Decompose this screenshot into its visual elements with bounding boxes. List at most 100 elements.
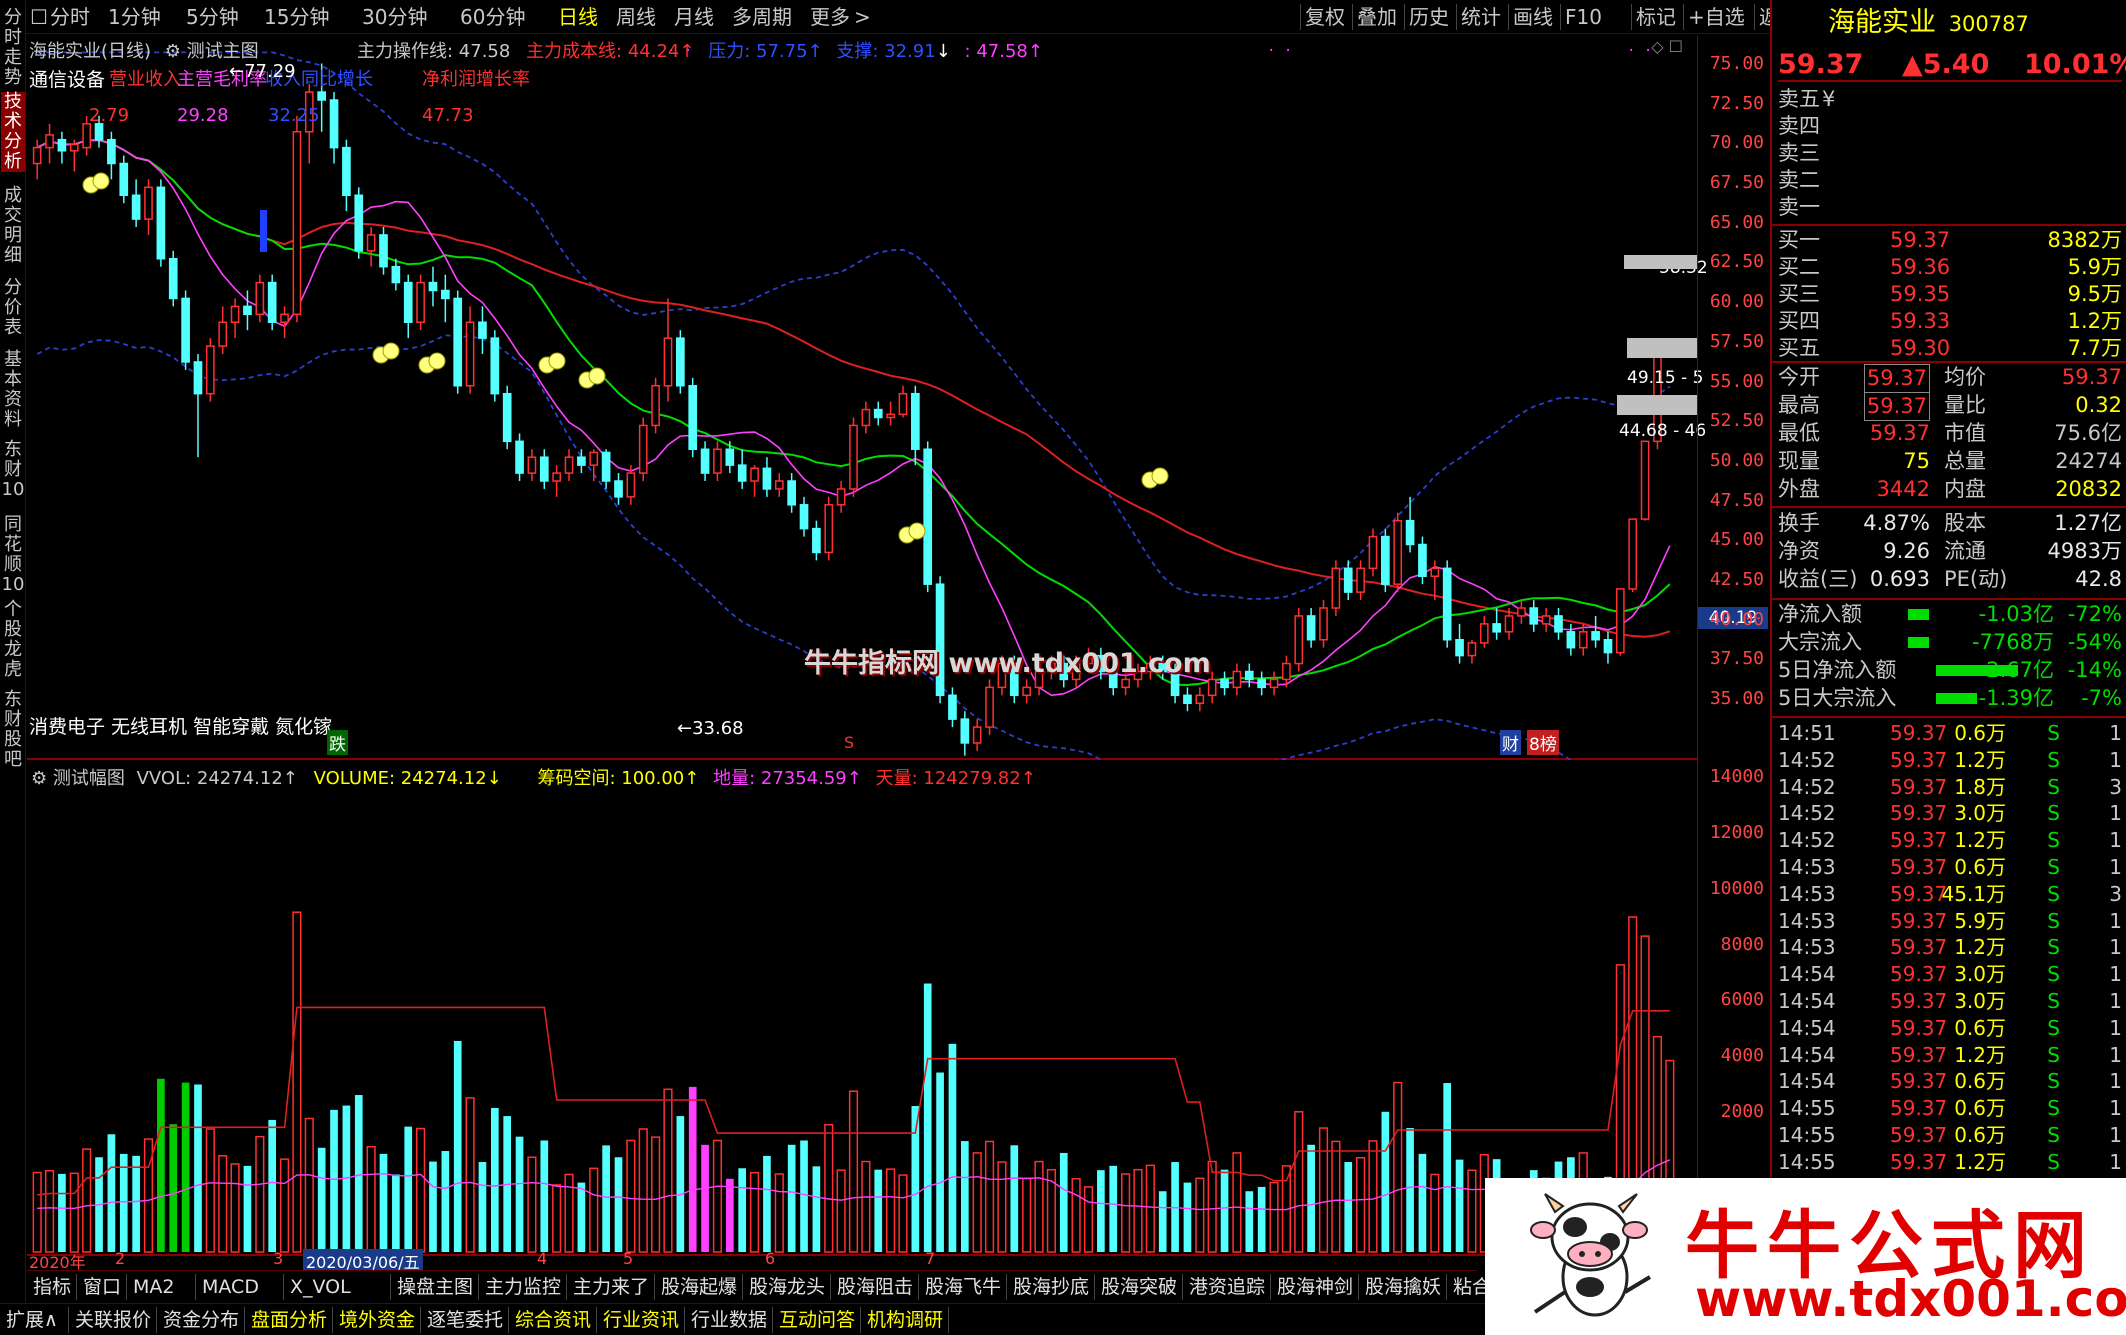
tick-time: 14:54: [1778, 1015, 1836, 1040]
indicator-tab[interactable]: 港资追踪: [1185, 1274, 1271, 1300]
candle-body: [1343, 567, 1353, 593]
toolbar-button[interactable]: 标记: [1631, 4, 1676, 30]
toolbar-button[interactable]: 叠加: [1352, 4, 1397, 30]
orderbook-buy-row[interactable]: 买二 59.36 5.9万: [1778, 254, 2122, 281]
footer-tab[interactable]: 关联报价: [71, 1307, 157, 1333]
side-tab[interactable]: 分价表: [1, 278, 25, 338]
tick-price: 59.37: [1890, 962, 1948, 987]
toolbar-button[interactable]: F10: [1560, 4, 1602, 30]
volume-bar: [1430, 1173, 1440, 1253]
chip-value: 筹码空间: 100.00↑: [537, 768, 700, 789]
toolbar-button[interactable]: 复权: [1300, 4, 1345, 30]
indicator-tab[interactable]: 股海擒妖: [1361, 1274, 1447, 1300]
period-tab[interactable]: 月线: [674, 4, 714, 30]
main-indicator-name[interactable]: 测试主图: [187, 41, 259, 62]
period-tab[interactable]: 5分钟: [186, 4, 239, 30]
indicator-tab[interactable]: 股海飞牛: [921, 1274, 1007, 1300]
side-tab[interactable]: 个股龙虎: [1, 600, 25, 680]
indicator-tab[interactable]: MA2: [129, 1274, 196, 1300]
footer-tab[interactable]: 行业资讯: [599, 1307, 685, 1333]
indicator-tab[interactable]: 股海神剑: [1273, 1274, 1359, 1300]
orderbook-buy-row[interactable]: 买五 59.30 7.7万: [1778, 335, 2122, 362]
flow-row[interactable]: 5日净流入额 -2.67亿 -14%: [1778, 657, 2122, 684]
indicator-tab[interactable]: 股海抄底: [1009, 1274, 1095, 1300]
volume-bar: [688, 1086, 697, 1252]
period-tab[interactable]: 日线: [558, 4, 598, 30]
volume-bar: [1443, 1083, 1452, 1252]
toolbar-button[interactable]: +自选: [1683, 4, 1745, 30]
period-tab[interactable]: 15分钟: [264, 4, 329, 30]
indicator-tab[interactable]: 主力来了: [569, 1274, 655, 1300]
indicator-tab[interactable]: 主力监控: [481, 1274, 567, 1300]
toolbar-button[interactable]: 画线: [1508, 4, 1553, 30]
side-tab[interactable]: 成交明细: [1, 186, 25, 266]
footer-tab[interactable]: 互动问答: [775, 1307, 861, 1333]
period-tab[interactable]: 多周期: [732, 4, 792, 30]
orderbook-sell-row[interactable]: 卖五¥: [1778, 86, 2122, 113]
candle-body: [366, 234, 376, 252]
side-tab[interactable]: 基本资料: [1, 350, 25, 430]
footer-tab[interactable]: 扩展∧: [2, 1307, 69, 1333]
period-tab[interactable]: 周线: [616, 4, 656, 30]
candle-body: [354, 194, 364, 252]
candle-body: [886, 413, 895, 419]
indicator-tab[interactable]: 操盘主图: [393, 1274, 479, 1300]
indicator-tab[interactable]: MACD: [198, 1274, 284, 1300]
sub-indicator-name[interactable]: 测试幅图: [53, 768, 125, 789]
period-tab[interactable]: 1分钟: [108, 4, 161, 30]
volume-bar: [366, 1145, 376, 1253]
orderbook-sell-row[interactable]: 卖一: [1778, 194, 2122, 221]
toolbar-checkbox-icon[interactable]: ☐: [30, 4, 48, 30]
flow-row[interactable]: 大宗流入 -7768万 -54%: [1778, 629, 2122, 656]
side-tab[interactable]: 东财股吧: [1, 690, 25, 770]
indicator-gear-icon[interactable]: ⚙: [165, 41, 181, 62]
indicator-gear-icon[interactable]: ⚙: [31, 768, 47, 789]
orderbook-buy-row[interactable]: 买四 59.33 1.2万: [1778, 308, 2122, 335]
price-chart-panel[interactable]: · · · · · · 海能实业(日线) ⚙ 测试主图 主力操作线: 47.58 主…: [27, 35, 1708, 760]
footer-tab[interactable]: 综合资讯: [511, 1307, 597, 1333]
indicator-tab[interactable]: 窗口: [79, 1274, 127, 1300]
volume-panel[interactable]: ⚙ 测试幅图 VVOL: 24274.12↑ VOLUME: 24274.12↓…: [27, 762, 1697, 1257]
bang-badge[interactable]: 8榜: [1527, 730, 1559, 755]
toolbar-button[interactable]: 历史: [1404, 4, 1449, 30]
indicator-tab[interactable]: 股海龙头: [745, 1274, 831, 1300]
footer-tab[interactable]: 行业数据: [687, 1307, 773, 1333]
cai-badge[interactable]: 财: [1500, 730, 1521, 755]
indicator-tab[interactable]: 指标: [29, 1274, 77, 1300]
side-tab[interactable]: 同花顺10: [1, 515, 25, 595]
chart-settings-icon[interactable]: ◇ ☐: [1651, 37, 1683, 56]
tick-price: 59.37: [1890, 908, 1948, 933]
period-tab[interactable]: 更多: [810, 4, 850, 30]
brand-url[interactable]: www.tdx001.com: [1695, 1270, 2126, 1328]
side-tab[interactable]: 东财10: [1, 440, 25, 500]
period-tab[interactable]: 分时: [50, 4, 90, 30]
side-tab[interactable]: 分时走势: [1, 8, 25, 88]
orderbook-sell-row[interactable]: 卖二: [1778, 167, 2122, 194]
period-tab[interactable]: 60分钟: [460, 4, 525, 30]
indicator-tab[interactable]: 股海起爆: [657, 1274, 743, 1300]
orderbook-buy-row[interactable]: 买三 59.35 9.5万: [1778, 281, 2122, 308]
volume-chart[interactable]: [27, 762, 1697, 1257]
indicator-tab[interactable]: 股海突破: [1097, 1274, 1183, 1300]
footer-tab[interactable]: 机构调研: [863, 1307, 949, 1333]
flow-row[interactable]: 5日大宗流入 -1.39亿 -7%: [1778, 685, 2122, 712]
tick-count: 1: [2109, 1096, 2122, 1121]
tick-volume: 0.6万: [1954, 1015, 2006, 1040]
volume-bar: [911, 1106, 920, 1252]
orderbook-buy-row[interactable]: 买一 59.37 8382万: [1778, 227, 2122, 254]
flow-row[interactable]: 净流入额 -1.03亿 -72%: [1778, 601, 2122, 628]
toolbar-button[interactable]: 统计: [1456, 4, 1501, 30]
more-chevron-icon[interactable]: >: [854, 4, 871, 30]
footer-tab[interactable]: 境外资金: [335, 1307, 421, 1333]
side-tab[interactable]: 技术分析: [1, 92, 25, 172]
quote-value: 24274: [2055, 449, 2122, 473]
indicator-tab[interactable]: X_VOL: [286, 1274, 391, 1300]
period-tab[interactable]: 30分钟: [362, 4, 427, 30]
footer-tab[interactable]: 资金分布: [159, 1307, 245, 1333]
orderbook-sell-row[interactable]: 卖三: [1778, 140, 2122, 167]
indicator-tab[interactable]: 股海阻击: [833, 1274, 919, 1300]
orderbook-sell-row[interactable]: 卖四: [1778, 113, 2122, 140]
footer-tab[interactable]: 盘面分析: [247, 1307, 333, 1333]
volume-bar: [354, 1095, 363, 1252]
footer-tab[interactable]: 逐笔委托: [423, 1307, 509, 1333]
